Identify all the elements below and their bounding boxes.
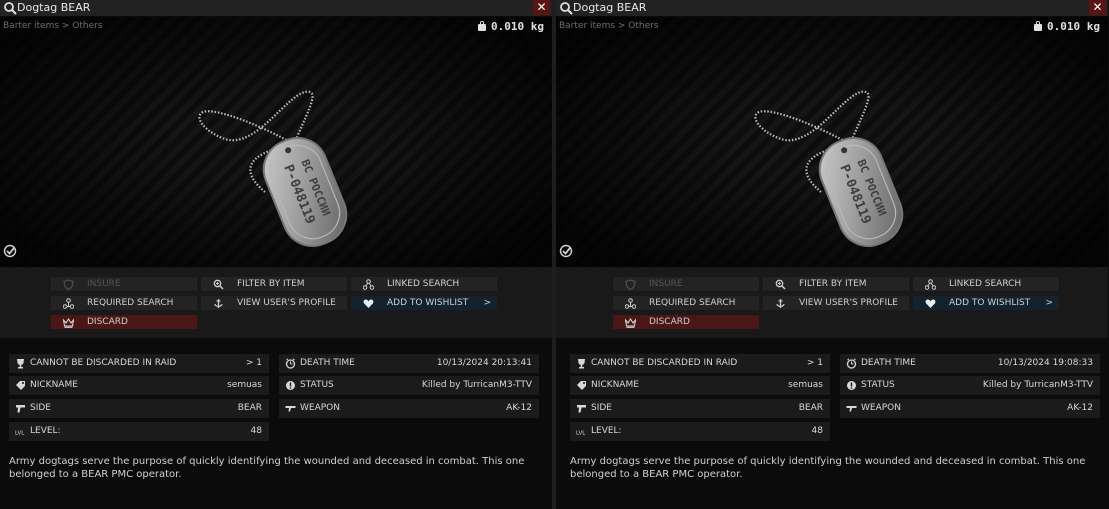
required-search-button[interactable]: REQUIRED SEARCH [51, 296, 197, 310]
examined-icon [559, 244, 573, 258]
rifle-icon [846, 406, 857, 412]
breadcrumb[interactable]: Barter items > Others [3, 21, 103, 31]
item-window-2: Dogtag BEAR ✕ Barter items > Others 0.01… [556, 0, 1108, 509]
property-level: LVL LEVEL: 48 [9, 422, 269, 441]
wishlist-submenu-arrow: > [1045, 298, 1053, 308]
level-icon: LVL [576, 431, 586, 437]
property-level: LVL LEVEL: 48 [570, 422, 830, 441]
heart-icon [363, 299, 374, 308]
property-weapon: WEAPON AK-12 [279, 399, 539, 418]
view-profile-button[interactable]: VIEW USER'S PROFILE [763, 296, 909, 310]
property-cannot-discard: CANNOT BE DISCARDED IN RAID > 1 [570, 354, 830, 373]
status-icon [847, 381, 856, 390]
dogtag-image: ВС РОССИИ P-048119 [198, 90, 348, 247]
property-status: STATUS Killed by TurricanM3-TTV [279, 376, 539, 395]
linked-search-button[interactable]: LINKED SEARCH [351, 277, 497, 291]
shield-icon [63, 279, 74, 290]
magnifier-icon [560, 2, 573, 15]
close-button[interactable]: ✕ [1089, 0, 1106, 15]
svg-text:LVL: LVL [15, 431, 25, 437]
tag-icon [577, 381, 586, 390]
insure-button[interactable]: INSURE [51, 277, 197, 291]
linked-search-button[interactable]: LINKED SEARCH [913, 277, 1059, 291]
magnifier-plus-icon [775, 279, 786, 290]
pistol-icon [16, 405, 25, 413]
discard-button[interactable]: DISCARD [51, 315, 197, 329]
magnifier-plus-icon [213, 279, 224, 290]
property-nickname: NICKNAME semuas [9, 376, 269, 395]
trophy-icon [17, 359, 24, 369]
clock-icon [846, 358, 857, 369]
discard-button[interactable]: DISCARD [613, 315, 759, 329]
item-weight: 0.010 kg [1033, 20, 1100, 33]
pistol-icon [577, 405, 586, 413]
required-nodes-icon [625, 298, 636, 309]
item-preview: Barter items > Others 0.010 kg ВС РОССИИ… [0, 17, 552, 267]
item-weight: 0.010 kg [477, 20, 544, 33]
dogtag-image: ВС РОССИИ P-048119 [754, 90, 904, 247]
breadcrumb[interactable]: Barter items > Others [559, 21, 659, 31]
add-to-wishlist-button[interactable]: ADD TO WISHLIST > [913, 296, 1059, 310]
linked-nodes-icon [925, 279, 936, 290]
property-side: SIDE BEAR [9, 399, 269, 418]
magnifier-icon [4, 2, 17, 15]
action-bar: INSURE FILTER BY ITEM LINKED SEARCH REQU… [0, 267, 552, 338]
trophy-icon [578, 359, 585, 369]
close-button[interactable]: ✕ [533, 0, 550, 15]
add-to-wishlist-button[interactable]: ADD TO WISHLIST > [351, 296, 497, 310]
property-weapon: WEAPON AK-12 [840, 399, 1100, 418]
property-death-time: DEATH TIME 10/13/2024 20:13:41 [279, 354, 539, 373]
filter-by-item-button[interactable]: FILTER BY ITEM [763, 277, 909, 291]
item-preview: Barter items > Others 0.010 kg ВС РОССИИ… [556, 17, 1108, 267]
weight-icon [1034, 21, 1043, 31]
examined-icon [3, 244, 17, 258]
window-title: Dogtag BEAR [573, 1, 647, 14]
required-search-button[interactable]: REQUIRED SEARCH [613, 296, 759, 310]
item-description: Army dogtags serve the purpose of quickl… [570, 456, 1086, 480]
property-death-time: DEATH TIME 10/13/2024 19:08:33 [840, 354, 1100, 373]
level-icon: LVL [15, 431, 25, 437]
item-description: Army dogtags serve the purpose of quickl… [9, 456, 525, 480]
property-cannot-discard: CANNOT BE DISCARDED IN RAID > 1 [9, 354, 269, 373]
shield-icon [625, 279, 636, 290]
title-bar[interactable]: Dogtag BEAR ✕ [0, 0, 552, 17]
required-nodes-icon [63, 298, 74, 309]
item-properties: CANNOT BE DISCARDED IN RAID > 1 NICKNAME… [556, 338, 1108, 509]
profile-icon [214, 299, 223, 308]
title-bar[interactable]: Dogtag BEAR ✕ [556, 0, 1108, 17]
status-icon [286, 381, 295, 390]
crown-discard-icon [63, 318, 74, 328]
rifle-icon [285, 406, 296, 412]
item-properties: CANNOT BE DISCARDED IN RAID > 1 NICKNAME… [0, 338, 552, 509]
wishlist-submenu-arrow: > [483, 298, 491, 308]
view-profile-button[interactable]: VIEW USER'S PROFILE [201, 296, 347, 310]
item-window-1: Dogtag BEAR ✕ Barter items > Others 0.01… [0, 0, 552, 509]
linked-nodes-icon [363, 279, 374, 290]
svg-text:LVL: LVL [576, 431, 586, 437]
property-side: SIDE BEAR [570, 399, 830, 418]
insure-button[interactable]: INSURE [613, 277, 759, 291]
property-status: STATUS Killed by TurricanM3-TTV [840, 376, 1100, 395]
weight-icon [478, 21, 487, 31]
tag-icon [16, 381, 25, 390]
crown-discard-icon [625, 318, 636, 328]
profile-icon [776, 299, 785, 308]
property-nickname: NICKNAME semuas [570, 376, 830, 395]
clock-icon [285, 358, 296, 369]
window-title: Dogtag BEAR [17, 1, 91, 14]
filter-by-item-button[interactable]: FILTER BY ITEM [201, 277, 347, 291]
heart-icon [925, 299, 936, 308]
action-bar: INSURE FILTER BY ITEM LINKED SEARCH REQU… [556, 267, 1108, 338]
